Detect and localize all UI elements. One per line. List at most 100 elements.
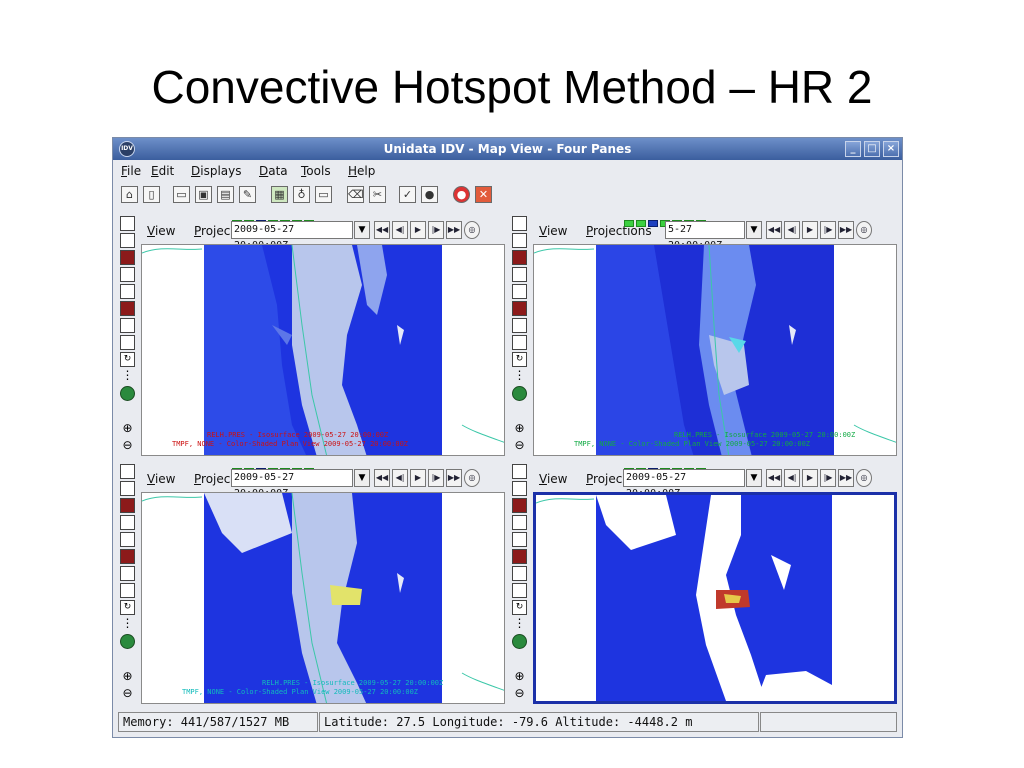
earth-icon[interactable] [512, 386, 527, 401]
step-forward-button[interactable]: |▶ [820, 221, 836, 239]
cut-icon[interactable]: ✂ [369, 186, 386, 203]
view-cube-icon[interactable] [512, 284, 527, 299]
bulb-icon[interactable]: ♁ [293, 186, 310, 203]
step-forward-button[interactable]: |▶ [820, 469, 836, 487]
square-view-icon[interactable] [120, 583, 135, 598]
time-dropdown-arrow[interactable]: ▼ [746, 221, 762, 239]
play-button[interactable]: ▶ [410, 469, 426, 487]
rotate-icon[interactable]: ↻ [120, 352, 135, 367]
pane-menu-projections[interactable]: Projec [194, 224, 230, 238]
square-view-icon[interactable] [512, 335, 527, 350]
animation-frames[interactable] [232, 212, 316, 227]
zoom-out-icon[interactable]: ⊖ [120, 687, 135, 702]
pencil-icon[interactable]: ✓ [399, 186, 416, 203]
step-forward-button[interactable]: |▶ [428, 469, 444, 487]
globe-icon[interactable]: ● [421, 186, 438, 203]
rotate-icon[interactable]: ↻ [512, 352, 527, 367]
vertical-scale-icon[interactable]: ⋮ [120, 369, 135, 384]
home-icon[interactable]: ⌂ [121, 186, 138, 203]
view-cube-bottom-icon[interactable] [120, 301, 135, 316]
menu-tools[interactable]: Tools [301, 164, 331, 178]
menu-file[interactable]: File [121, 164, 141, 178]
menu-displays[interactable]: Displays [191, 164, 242, 178]
display-icon[interactable]: ▭ [315, 186, 332, 203]
view-cube-icon[interactable] [120, 267, 135, 282]
animation-frames[interactable] [624, 460, 708, 475]
time-dropdown-arrow[interactable]: ▼ [746, 469, 762, 487]
menu-help[interactable]: Help [348, 164, 375, 178]
first-frame-button[interactable]: ◀◀ [374, 221, 390, 239]
last-frame-button[interactable]: ▶▶ [446, 221, 462, 239]
view-cube-bottom-icon[interactable] [512, 301, 527, 316]
view-cube-top-icon[interactable] [512, 498, 527, 513]
view-cube-bottom-icon[interactable] [512, 549, 527, 564]
view-cube-icon[interactable] [120, 532, 135, 547]
animation-settings-icon[interactable]: ◎ [464, 469, 480, 487]
open-icon[interactable]: ▭ [173, 186, 190, 203]
zoom-in-icon[interactable]: ⊕ [120, 422, 135, 437]
view-cube-icon[interactable] [512, 267, 527, 282]
pane-menu-view[interactable]: View [539, 472, 567, 486]
eraser-icon[interactable]: ⌫ [347, 186, 364, 203]
view-cube-top-icon[interactable] [512, 250, 527, 265]
frame-indicator-current[interactable] [648, 220, 658, 227]
view-cube-icon[interactable] [512, 233, 527, 248]
zoom-in-icon[interactable]: ⊕ [512, 670, 527, 685]
step-forward-button[interactable]: |▶ [428, 221, 444, 239]
time-selector[interactable]: 5-27 20:00:00Z [665, 221, 745, 251]
time-dropdown-arrow[interactable]: ▼ [354, 469, 370, 487]
map-view-selected[interactable] [533, 492, 897, 704]
view-cube-icon[interactable] [120, 481, 135, 496]
last-frame-button[interactable]: ▶▶ [446, 469, 462, 487]
step-back-button[interactable]: ◀| [392, 221, 408, 239]
pane-menu-projections[interactable]: Projec [586, 472, 622, 486]
vertical-scale-icon[interactable]: ⋮ [512, 369, 527, 384]
first-frame-button[interactable]: ◀◀ [766, 469, 782, 487]
zoom-in-icon[interactable]: ⊕ [120, 670, 135, 685]
pane-menu-view[interactable]: View [539, 224, 567, 238]
data-chooser-icon[interactable]: ▦ [271, 186, 288, 203]
play-button[interactable]: ▶ [802, 221, 818, 239]
view-cube-bottom-icon[interactable] [120, 549, 135, 564]
view-cube-icon[interactable] [120, 284, 135, 299]
zoom-in-icon[interactable]: ⊕ [512, 422, 527, 437]
pane-menu-view[interactable]: View [147, 472, 175, 486]
zoom-out-icon[interactable]: ⊖ [512, 439, 527, 454]
earth-icon[interactable] [120, 386, 135, 401]
view-cube-icon[interactable] [512, 481, 527, 496]
last-frame-button[interactable]: ▶▶ [838, 469, 854, 487]
view-cube-icon[interactable] [120, 233, 135, 248]
minimize-button[interactable]: _ [845, 141, 861, 157]
pane-menu-projections[interactable]: Projec [194, 472, 230, 486]
view-cube-icon[interactable] [120, 216, 135, 231]
view-cube-icon[interactable] [512, 532, 527, 547]
record-icon[interactable]: ● [453, 186, 470, 203]
maximize-button[interactable]: □ [864, 141, 880, 157]
view-cube-icon[interactable] [120, 515, 135, 530]
frame-indicator[interactable] [636, 220, 646, 227]
zoom-out-icon[interactable]: ⊖ [512, 687, 527, 702]
view-cube-icon[interactable] [120, 318, 135, 333]
rotate-icon[interactable]: ↻ [120, 600, 135, 615]
animation-frames[interactable] [232, 460, 316, 475]
save-icon[interactable]: ▣ [195, 186, 212, 203]
first-frame-button[interactable]: ◀◀ [766, 221, 782, 239]
edit-icon[interactable]: ✎ [239, 186, 256, 203]
menu-data[interactable]: Data [259, 164, 288, 178]
time-selector[interactable]: 2009-05-27 20:00:00Z [231, 221, 353, 251]
play-button[interactable]: ▶ [802, 469, 818, 487]
time-dropdown-arrow[interactable]: ▼ [354, 221, 370, 239]
close-button[interactable]: × [883, 141, 899, 157]
map-view[interactable]: RELH.PRES - Isosurface 2009-05-27 20:00:… [141, 244, 505, 456]
last-frame-button[interactable]: ▶▶ [838, 221, 854, 239]
pane-menu-view[interactable]: View [147, 224, 175, 238]
view-cube-icon[interactable] [120, 566, 135, 581]
animation-settings-icon[interactable]: ◎ [856, 221, 872, 239]
view-cube-icon[interactable] [512, 216, 527, 231]
square-view-icon[interactable] [120, 335, 135, 350]
square-view-icon[interactable] [512, 583, 527, 598]
view-cube-top-icon[interactable] [120, 250, 135, 265]
step-back-button[interactable]: ◀| [392, 469, 408, 487]
view-cube-icon[interactable] [120, 464, 135, 479]
zoom-out-icon[interactable]: ⊖ [120, 439, 135, 454]
